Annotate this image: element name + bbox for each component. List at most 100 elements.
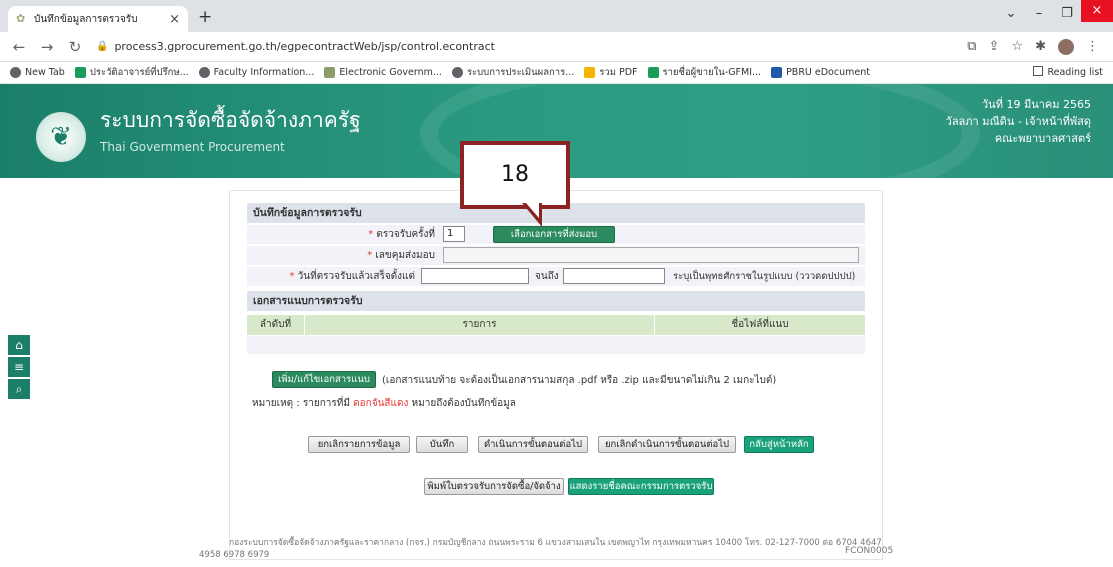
bookmark-icon [324,67,336,78]
window-controls: ⌄ – ❐ × [997,0,1113,26]
bookmark-label: PBRU eDocument [786,67,870,78]
col-index: ลำดับที่ [247,315,305,335]
bookmark-item[interactable]: รวม PDF [584,65,638,80]
search-icon[interactable]: ⌕ [8,379,30,399]
col-item: รายการ [305,315,655,335]
attachments-table-empty-row [247,336,865,354]
bookmark-item[interactable]: Faculty Information... [198,67,315,78]
bookmark-item[interactable]: ประวัติอาจารย์ที่ปรึกษ... [74,65,189,80]
until-label: จนถึง [535,271,559,282]
select-document-button[interactable]: เลือกเอกสารที่ส่งมอบ [493,226,615,243]
reload-icon[interactable]: ↻ [66,38,84,56]
new-tab-button[interactable]: + [198,7,212,27]
date-from-input[interactable] [421,268,529,284]
screen-code: FCON0005 [845,546,894,556]
current-date: วันที่ 19 มีนาคม 2565 [982,98,1091,111]
bookmark-item[interactable]: ระบบการประเมินผลการ... [451,65,575,80]
page-footer: กองระบบการจัดซื้อจัดจ้างภาครัฐและราคากลา… [199,537,889,561]
bookmark-star-icon[interactable]: ☆ [1011,39,1023,54]
date-format-hint: ระบุเป็นพุทธศักราชในรูปแบบ (วววดดปปปป) [673,271,856,282]
col-filename: ชื่อไฟล์ที่แนบ [731,319,789,330]
print-receipt-button[interactable]: พิมพ์ใบตรวจรับการจัดซื้อ/จัดจ้าง [424,478,564,495]
tab-search-icon[interactable]: ⌄ [997,6,1025,21]
bookmark-label: Electronic Governm... [339,67,442,78]
department-name: คณะพยาบาลศาสตร์ [994,132,1091,145]
required-remark: หมายเหตุ : รายการที่มี ดอกจันสีแดง หมายถ… [252,398,516,409]
inspection-round-label: * ตรวจรับครั้งที่ [368,229,435,240]
home-icon[interactable]: ⌂ [8,335,30,355]
delivery-no-label: * เลขคุมส่งมอบ [367,250,435,261]
delivery-no-row: * เลขคุมส่งมอบ [247,246,865,265]
emblem-favicon-icon: ✿ [16,12,26,25]
share-icon[interactable]: ⇪ [989,39,1000,54]
footer-phone-cont: 4958 6978 6979 [199,550,270,560]
date-to-input[interactable] [563,268,665,284]
system-title: ระบบการจัดซื้อจัดจ้างภาครัฐ [100,108,361,132]
forward-icon[interactable]: → [38,38,56,56]
browser-tab-bar: ✿ บันทึกข้อมูลการตรวจรับ × + ⌄ – ❐ × [0,0,1113,32]
window-close-icon[interactable]: × [1081,0,1113,22]
save-button[interactable]: บันทึก [416,436,468,453]
bookmark-item[interactable]: Electronic Governm... [324,67,442,78]
bookmarks-bar: New Tab ประวัติอาจารย์ที่ปรึกษ... Facult… [0,62,1113,84]
reading-list-button[interactable]: Reading list [1033,66,1103,78]
bookmark-icon [451,67,463,78]
bookmark-icon [198,67,210,78]
delivery-no-input[interactable] [443,247,859,263]
bookmark-item[interactable]: PBRU eDocument [771,67,870,78]
completed-date-label: * วันที่ตรวจรับแล้วเสร็จตั้งแต่ [289,271,415,282]
bookmark-icon [647,67,659,78]
bookmark-item[interactable]: New Tab [10,67,65,78]
attachments-table-header: ลำดับที่ รายการ ชื่อไฟล์ที่แนบ [247,315,865,335]
add-attachment-button[interactable]: เพิ่ม/แก้ไขเอกสารแนบ [272,371,376,388]
menu-icon[interactable]: ⋮ [1086,39,1099,54]
bookmark-label: Faculty Information... [213,67,315,78]
url-field[interactable]: 🔒 process3.gprocurement.go.th/egpecontra… [96,40,967,53]
floating-toolbar: ⌂ ≡ ⌕ [8,335,30,399]
url-text: process3.gprocurement.go.th/egpecontract… [114,40,495,53]
bookmark-icon [10,67,21,78]
address-bar-row: ← → ↻ 🔒 process3.gprocurement.go.th/egpe… [0,32,1113,62]
back-icon[interactable]: ← [10,38,28,56]
step-callout-pointer-inner [526,203,539,218]
bookmark-label: ประวัติอาจารย์ที่ปรึกษ... [89,67,189,78]
back-home-button[interactable]: กลับสู่หน้าหลัก [744,436,814,453]
bookmark-icon [584,67,596,78]
show-committee-button[interactable]: แสดงรายชื่อคณะกรรมการตรวจรับ [568,478,714,495]
garuda-emblem-icon: ❦ [36,112,86,162]
address-bar-icons: ⧉ ⇪ ☆ ✱ ⋮ [967,38,1099,55]
inspection-round-input[interactable]: 1 [443,226,465,242]
tab-title: บันทึกข้อมูลการตรวจรับ [34,13,138,25]
user-info: วันที่ 19 มีนาคม 2565 วัลลภา มณีดิน - เจ… [946,96,1091,147]
bookmark-label: New Tab [25,67,65,78]
next-step-button[interactable]: ดำเนินการขั้นตอนต่อไป [478,436,588,453]
bookmark-label: ระบบการประเมินผลการ... [466,67,575,78]
system-subtitle: Thai Government Procurement [100,140,285,154]
cancel-next-step-button[interactable]: ยกเลิกดำเนินการขั้นตอนต่อไป [598,436,736,453]
bookmark-icon [74,67,86,78]
inspection-form-panel: บันทึกข้อมูลการตรวจรับ * ตรวจรับครั้งที่… [229,190,883,560]
profile-avatar[interactable] [1058,38,1074,55]
footer-address: กองระบบการจัดซื้อจัดจ้างภาครัฐและราคากลา… [229,538,882,548]
extensions-icon[interactable]: ✱ [1035,39,1046,54]
attachment-note: (เอกสารแนบท้าย จะต้องเป็นเอกสารนามสกุล .… [382,375,777,386]
bookmark-icon [771,67,783,78]
bookmark-label: รวม PDF [599,67,638,78]
step-callout: 18 [460,141,570,209]
inspection-round-row: * ตรวจรับครั้งที่ 1 เลือกเอกสารที่ส่งมอบ [247,225,865,244]
minimize-icon[interactable]: – [1025,6,1053,21]
reading-list-label: Reading list [1047,67,1103,78]
cancel-data-button[interactable]: ยกเลิกรายการข้อมูล [308,436,410,453]
restore-icon[interactable]: ❐ [1053,6,1081,21]
user-name: วัลลภา มณีดิน - เจ้าหน้าที่พัสดุ [945,115,1091,128]
browser-tab[interactable]: ✿ บันทึกข้อมูลการตรวจรับ × [8,6,188,32]
reading-list-icon [1033,66,1044,76]
lock-icon: 🔒 [96,41,109,52]
menu-list-icon[interactable]: ≡ [8,357,30,377]
completed-date-row: * วันที่ตรวจรับแล้วเสร็จตั้งแต่ จนถึง ระ… [247,267,865,286]
section-title-attachments: เอกสารแนบการตรวจรับ [247,291,865,311]
translate-icon[interactable]: ⧉ [967,39,976,54]
tab-close-icon[interactable]: × [169,12,180,27]
bookmark-label: รายชื่อผู้ขายใน-GFMI... [662,67,762,78]
bookmark-item[interactable]: รายชื่อผู้ขายใน-GFMI... [647,65,762,80]
